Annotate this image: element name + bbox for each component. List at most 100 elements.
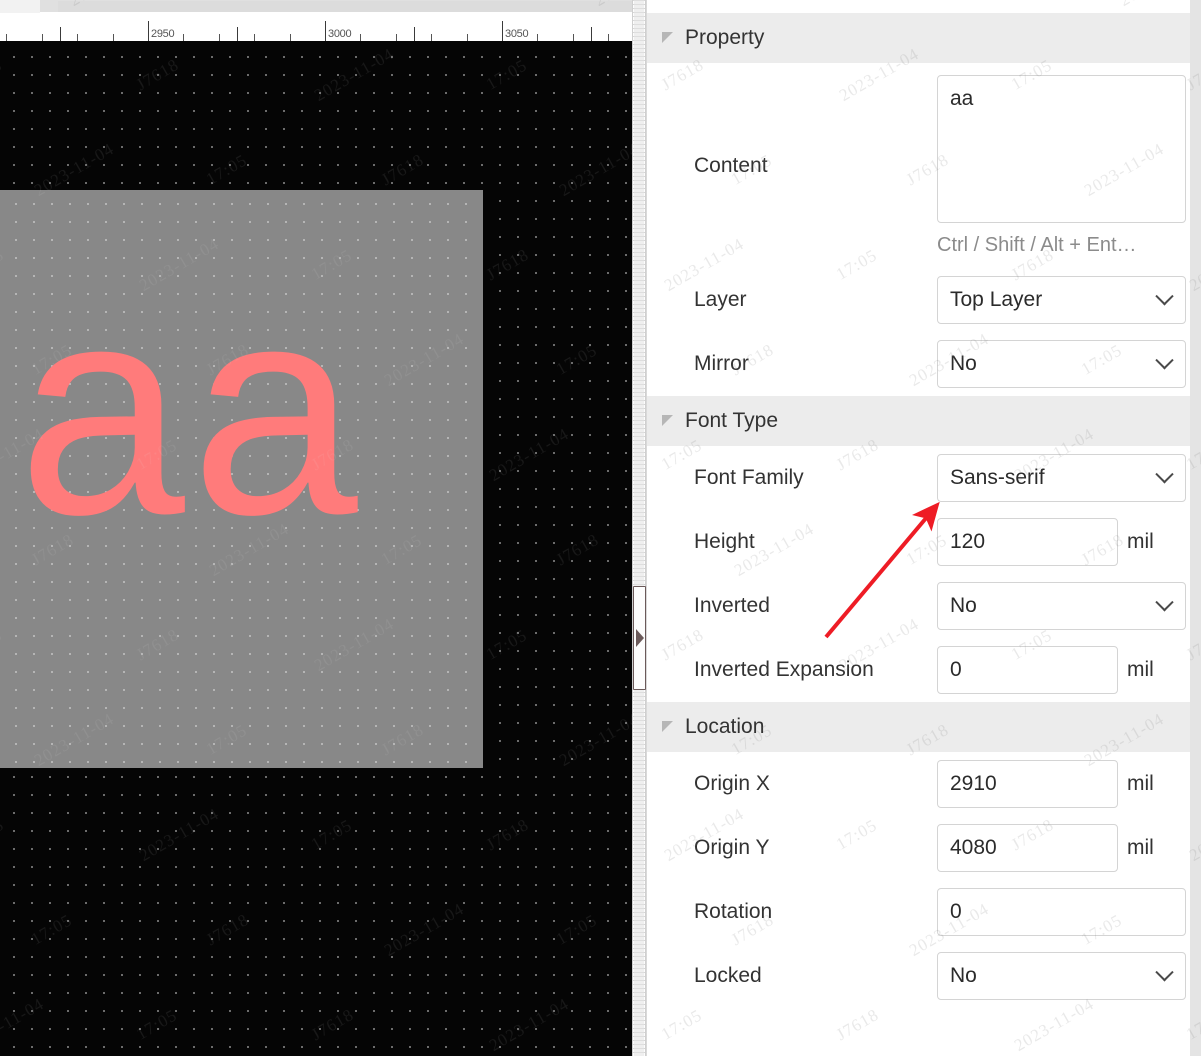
chevron-down-icon — [1155, 286, 1174, 305]
property-field: Sans-serif — [937, 454, 1186, 502]
input-value: 4080 — [950, 836, 997, 859]
group-rows-location: Origin X 2910 mil Origin Y 4080 mil Rotation 0 L… — [647, 752, 1191, 1008]
ruler-minor-tick — [77, 34, 78, 41]
property-label: Inverted — [694, 594, 770, 617]
group-header-property[interactable]: Property — [647, 13, 1191, 63]
input-value: 0 — [950, 658, 962, 681]
property-field: 0 mil — [937, 646, 1154, 694]
unit-label: mil — [1127, 772, 1154, 795]
ruler-minor-tick — [6, 34, 7, 41]
property-label: Mirror — [694, 352, 749, 375]
ruler-minor-tick — [467, 34, 468, 41]
property-field: No — [937, 340, 1186, 388]
property-panel: Property Content aa Ctrl / Shift / Alt + En… — [646, 0, 1201, 1056]
vertical-ruler-strip — [632, 0, 646, 1056]
property-label: Origin X — [694, 772, 770, 795]
property-panel-scrollbar[interactable] — [1190, 0, 1201, 1056]
ruler-minor-tick — [290, 34, 291, 41]
input-origin-y[interactable]: 4080 — [937, 824, 1118, 872]
ruler-major-tick — [148, 21, 149, 41]
property-field: 120 mil — [937, 518, 1154, 566]
panel-top-spacer — [647, 0, 1191, 13]
input-rotation[interactable]: 0 — [937, 888, 1186, 936]
input-value: 2910 — [950, 772, 997, 795]
ruler-minor-tick — [396, 34, 397, 41]
select-layer[interactable]: Top Layer — [937, 276, 1186, 324]
chevron-down-icon — [1155, 350, 1174, 369]
property-row: Rotation 0 — [647, 880, 1191, 944]
property-field: aa Ctrl / Shift / Alt + Ent… — [937, 74, 1192, 257]
ruler-mid-tick — [60, 27, 61, 41]
property-field: No — [937, 582, 1186, 630]
pcb-board-canvas[interactable]: aa — [0, 41, 632, 1056]
property-field: No — [937, 952, 1186, 1000]
property-label: Content — [694, 153, 768, 177]
ruler-label: 3000 — [328, 28, 352, 40]
panel-collapse-splitter[interactable] — [633, 586, 646, 690]
group-header-location[interactable]: Location — [647, 702, 1191, 752]
select-value: No — [950, 352, 977, 375]
ruler-minor-tick — [113, 34, 114, 41]
content-field-group: aa Ctrl / Shift / Alt + Ent… — [937, 74, 1192, 257]
horizontal-scrollbar-thumb[interactable] — [58, 1, 632, 12]
group-title: Property — [685, 26, 765, 49]
ruler-label: 2950 — [151, 28, 175, 40]
unit-label: mil — [1127, 530, 1154, 553]
unit-label: mil — [1127, 836, 1154, 859]
content-textarea[interactable]: aa — [937, 74, 1186, 223]
property-field: Top Layer — [937, 276, 1186, 324]
group-rows-font-type: Font Family Sans-serif Height 120 mil Inverte… — [647, 446, 1191, 702]
horizontal-ruler[interactable]: 2950 3000 3050 — [0, 13, 632, 41]
property-label: Layer — [694, 288, 747, 311]
select-value: Sans-serif — [950, 466, 1045, 489]
caret-collapse-icon — [662, 31, 673, 43]
group-rows-property: Content aa Ctrl / Shift / Alt + Ent… Layer T… — [647, 63, 1191, 396]
select-font-family[interactable]: Sans-serif — [937, 454, 1186, 502]
ruler-mid-tick — [237, 27, 238, 41]
select-locked[interactable]: No — [937, 952, 1186, 1000]
ruler-minor-tick — [219, 34, 220, 41]
select-inverted[interactable]: No — [937, 582, 1186, 630]
ruler-minor-tick — [183, 34, 184, 41]
group-header-font-type[interactable]: Font Type — [647, 396, 1191, 446]
ruler-corner — [0, 0, 40, 13]
group-title: Font Type — [685, 409, 779, 432]
property-field: 4080 mil — [937, 824, 1154, 872]
property-label: Locked — [694, 964, 762, 987]
property-row: Font Family Sans-serif — [647, 446, 1191, 510]
input-value: 120 — [950, 530, 986, 553]
property-row: Inverted No — [647, 574, 1191, 638]
group-title: Location — [685, 715, 765, 738]
ruler-minor-tick — [573, 34, 574, 41]
chevron-down-icon — [1155, 464, 1174, 483]
property-label: Rotation — [694, 900, 773, 923]
property-field: 2910 mil — [937, 760, 1154, 808]
select-mirror[interactable]: No — [937, 340, 1186, 388]
ruler-major-tick — [325, 21, 326, 41]
select-value: No — [950, 964, 977, 987]
property-field: 0 — [937, 888, 1186, 936]
property-label: Inverted Expansion — [694, 658, 874, 681]
input-origin-x[interactable]: 2910 — [937, 760, 1118, 808]
caret-collapse-icon — [662, 414, 673, 426]
pcb-editor-window: 2950 3000 3050 aa Property Content aa Ctrl / … — [0, 0, 1201, 1056]
vertical-scrollbar-thumb[interactable] — [634, 0, 644, 1056]
property-label: Origin Y — [694, 836, 770, 859]
ruler-minor-tick — [42, 34, 43, 41]
pcb-text-object[interactable]: aa — [18, 259, 364, 559]
property-row: Mirror No — [647, 332, 1191, 396]
ruler-major-tick — [502, 21, 503, 41]
chevron-down-icon — [1155, 962, 1174, 981]
ruler-minor-tick — [431, 34, 432, 41]
input-height[interactable]: 120 — [937, 518, 1118, 566]
property-row: Locked No — [647, 944, 1191, 1008]
input-inverted-expansion[interactable]: 0 — [937, 646, 1118, 694]
property-row: Origin X 2910 mil — [647, 752, 1191, 816]
property-label: Font Family — [694, 466, 804, 489]
horizontal-scrollbar[interactable] — [0, 0, 632, 13]
select-value: No — [950, 594, 977, 617]
ruler-minor-tick — [254, 34, 255, 41]
ruler-minor-tick — [608, 34, 609, 41]
property-row: Content aa Ctrl / Shift / Alt + Ent… — [647, 63, 1191, 268]
ruler-label: 3050 — [505, 28, 529, 40]
